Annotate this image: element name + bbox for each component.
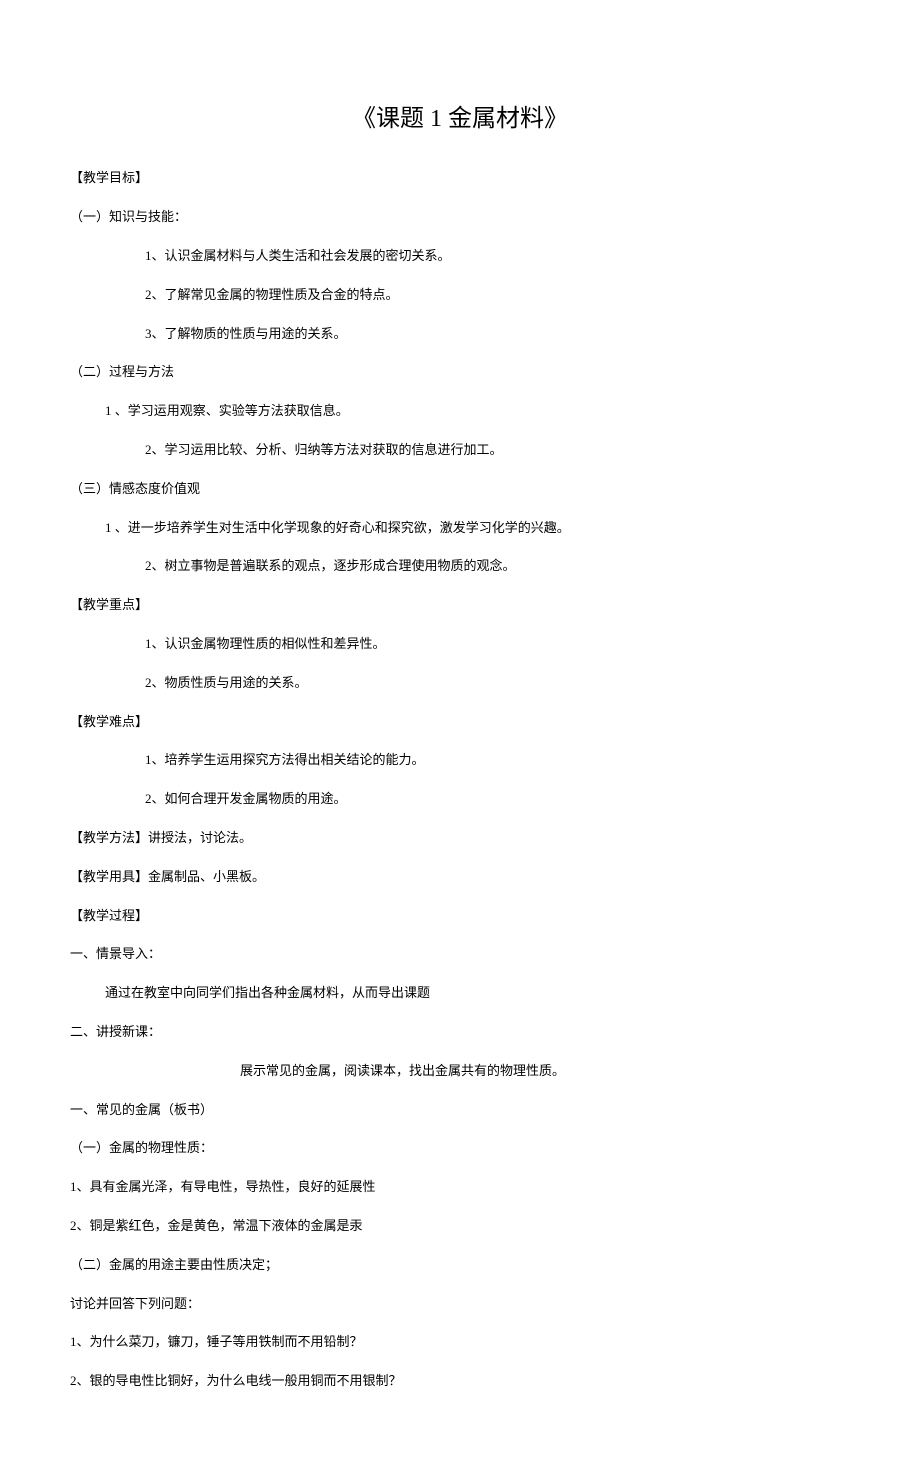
teaching-goal-label: 【教学目标】 [70,168,850,189]
goal-part2-item1: 1 、学习运用观察、实验等方法获取信息。 [70,401,850,422]
keypoint-item1: 1、认识金属物理性质的相似性和差异性。 [70,634,850,655]
property-item2: 2、铜是紫红色，金是黄色，常温下液体的金属是汞 [70,1216,850,1237]
difficulty-item2: 2、如何合理开发金属物质的用途。 [70,789,850,810]
uses-heading: （二）金属的用途主要由性质决定； [70,1255,850,1276]
scene-intro-heading: 一、情景导入： [70,944,850,965]
keypoint-item2: 2、物质性质与用途的关系。 [70,673,850,694]
difficulty-item1: 1、培养学生运用探究方法得出相关结论的能力。 [70,750,850,771]
process-label: 【教学过程】 [70,906,850,927]
goal-part1-item3: 3、了解物质的性质与用途的关系。 [70,324,850,345]
method-label: 【教学方法】讲授法，讨论法。 [70,828,850,849]
scene-intro-content: 通过在教室中向同学们指出各种金属材料，从而导出课题 [70,983,850,1004]
lecture-center-text: 展示常见的金属，阅读课本，找出金属共有的物理性质。 [70,1061,850,1082]
difficulty-label: 【教学难点】 [70,712,850,733]
goal-part2-item2: 2、学习运用比较、分析、归纳等方法对获取的信息进行加工。 [70,440,850,461]
emotion-values-heading: （三）情感态度价值观 [70,479,850,500]
goal-part3-item2: 2、树立事物是普遍联系的观点，逐步形成合理使用物质的观念。 [70,556,850,577]
process-method-heading: （二）过程与方法 [70,362,850,383]
property-item1: 1、具有金属光泽，有导电性，导热性，良好的延展性 [70,1177,850,1198]
goal-part3-item1: 1 、进一步培养学生对生活中化学现象的好奇心和探究欲，激发学习化学的兴趣。 [70,518,850,539]
page-title: 《课题 1 金属材料》 [70,100,850,138]
goal-part1-item1: 1、认识金属材料与人类生活和社会发展的密切关系。 [70,246,850,267]
common-metals-heading: 一、常见的金属（板书） [70,1100,850,1121]
lecture-heading: 二、讲授新课： [70,1022,850,1043]
physical-properties-heading: （一）金属的物理性质： [70,1138,850,1159]
keypoint-label: 【教学重点】 [70,595,850,616]
question-2: 2、银的导电性比铜好，为什么电线一般用铜而不用银制？ [70,1371,850,1392]
knowledge-skills-heading: （一）知识与技能： [70,207,850,228]
discuss-heading: 讨论并回答下列问题： [70,1294,850,1315]
goal-part1-item2: 2、了解常见金属的物理性质及合金的特点。 [70,285,850,306]
tools-label: 【教学用具】金属制品、小黑板。 [70,867,850,888]
question-1: 1、为什么菜刀，镰刀，锤子等用铁制而不用铅制？ [70,1332,850,1353]
